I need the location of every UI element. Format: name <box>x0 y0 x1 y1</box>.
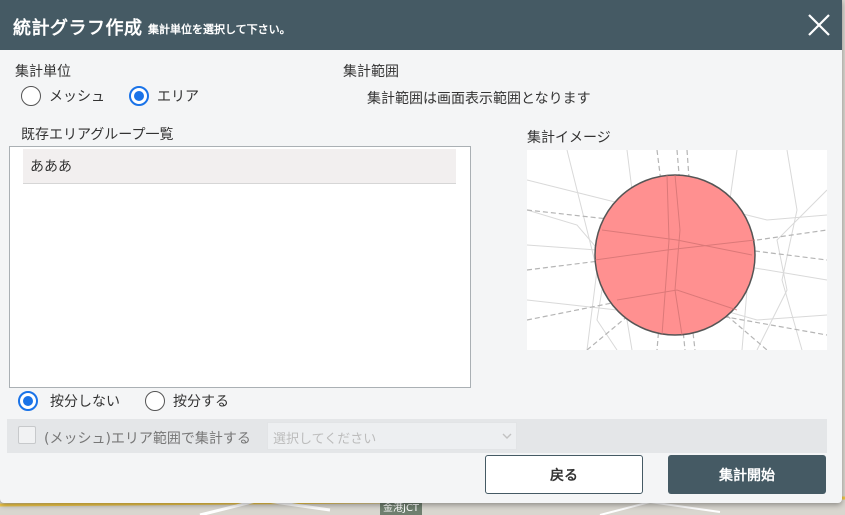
list-item[interactable]: あああ <box>23 149 456 184</box>
mesh-area-checkbox[interactable] <box>18 426 36 444</box>
unit-label: 集計単位 <box>15 64 71 80</box>
chevron-down-icon <box>502 433 512 439</box>
start-aggregation-button[interactable]: 集計開始 <box>668 455 826 494</box>
radio-circle[interactable] <box>129 86 149 106</box>
select-placeholder: 選択してください <box>273 432 377 447</box>
mesh-area-label: (メッシュ)エリア範囲で集計する <box>44 431 251 447</box>
apportion-radio-yes[interactable]: 按分する <box>145 391 229 411</box>
dialog-title: 統計グラフ作成 <box>13 18 143 39</box>
mesh-area-row: (メッシュ)エリア範囲で集計する 選択してください <box>7 419 827 453</box>
unit-radio-mesh[interactable]: メッシュ <box>21 86 105 106</box>
preview-map-graphic <box>527 150 827 350</box>
close-icon[interactable] <box>806 12 832 38</box>
apportion-radio-no[interactable]: 按分しない <box>18 391 120 411</box>
dialog-subtitle: 集計単位を選択して下さい。 <box>148 23 291 36</box>
radio-circle[interactable] <box>21 86 41 106</box>
radio-circle[interactable] <box>145 391 165 411</box>
stats-graph-dialog: 統計グラフ作成 集計単位を選択して下さい。 集計単位 メッシュ エリア 集計範囲… <box>0 0 842 503</box>
group-list-label: 既存エリアグループ一覧 <box>21 127 174 143</box>
group-list[interactable]: あああ <box>9 146 471 388</box>
radio-label: 按分する <box>173 394 229 410</box>
dialog-header: 統計グラフ作成 集計単位を選択して下さい。 <box>0 0 842 50</box>
back-button[interactable]: 戻る <box>485 455 643 494</box>
unit-radio-area[interactable]: エリア <box>129 86 199 106</box>
map-place-label: 金港JCT <box>380 503 423 515</box>
radio-circle[interactable] <box>18 391 38 411</box>
range-note: 集計範囲は画面表示範囲となります <box>367 91 591 107</box>
range-label: 集計範囲 <box>343 64 399 80</box>
area-circle <box>594 174 756 336</box>
radio-label: メッシュ <box>49 89 105 105</box>
mesh-area-select[interactable]: 選択してください <box>267 422 517 450</box>
radio-label: エリア <box>157 89 199 105</box>
radio-label: 按分しない <box>50 394 120 410</box>
preview-image <box>527 150 827 350</box>
preview-label: 集計イメージ <box>527 130 611 146</box>
